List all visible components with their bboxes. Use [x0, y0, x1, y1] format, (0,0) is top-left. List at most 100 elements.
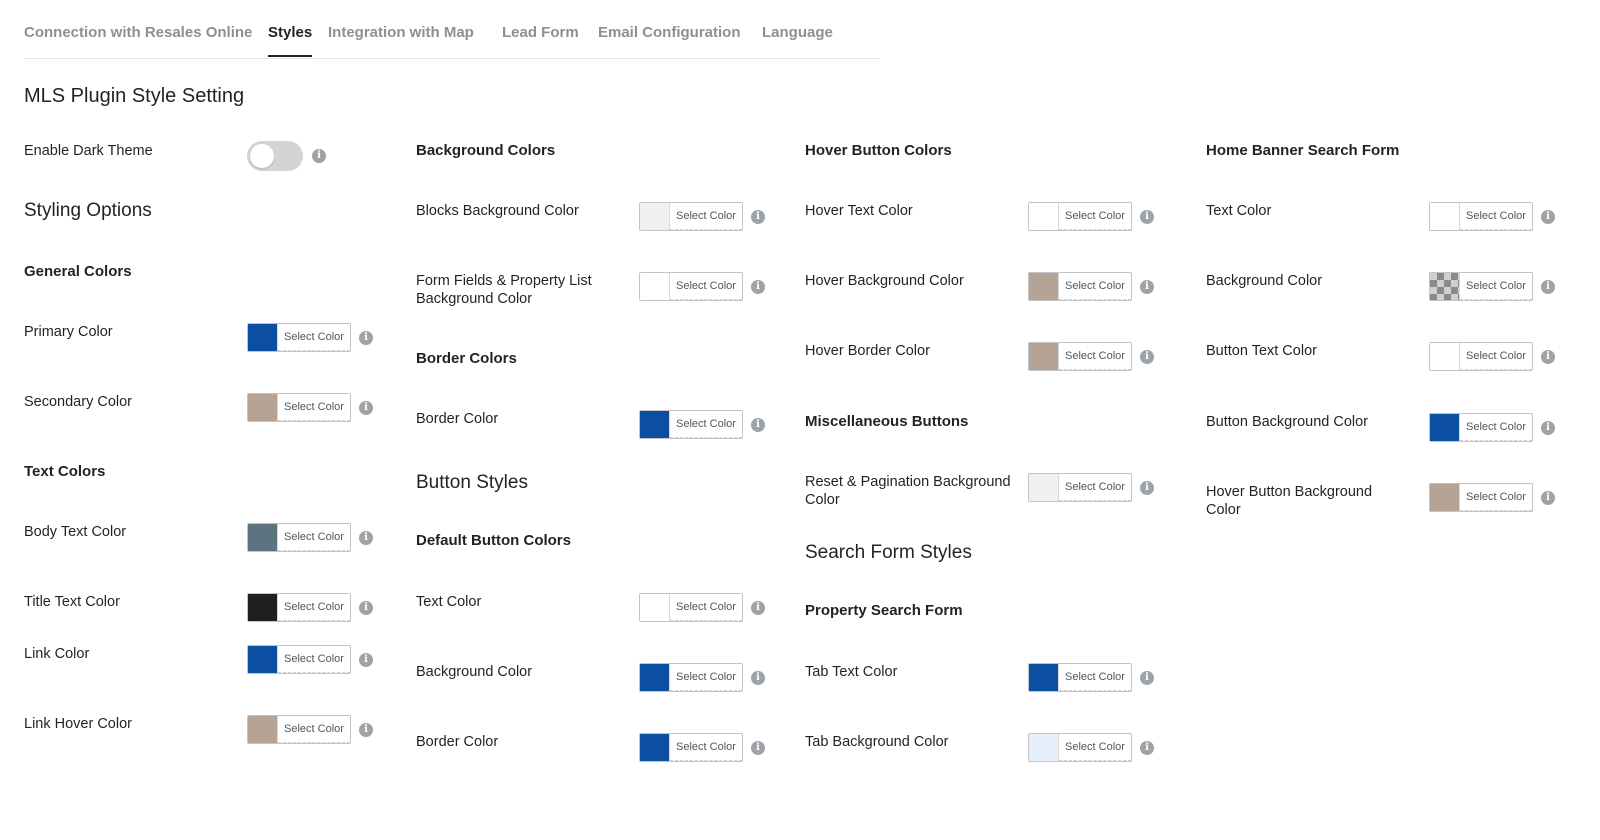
banner-hover-button-bg-picker[interactable]: Select Color — [1429, 483, 1533, 512]
button-styles-heading: Button Styles — [416, 472, 528, 493]
info-icon[interactable]: i — [751, 741, 765, 755]
info-icon[interactable]: i — [1140, 280, 1154, 294]
color-swatch — [640, 594, 670, 621]
info-icon[interactable]: i — [359, 331, 373, 345]
hover-text-color-picker[interactable]: Select Color — [1028, 202, 1132, 231]
blocks-bg-color-picker[interactable]: Select Color — [639, 202, 743, 231]
info-icon[interactable]: i — [1541, 421, 1555, 435]
select-color-text: Select Color — [1059, 203, 1131, 230]
info-icon[interactable]: i — [751, 671, 765, 685]
info-icon[interactable]: i — [751, 601, 765, 615]
banner-bg-color-picker[interactable]: Select Color — [1429, 272, 1533, 301]
info-icon[interactable]: i — [751, 280, 765, 294]
banner-button-text-picker[interactable]: Select Color — [1429, 342, 1533, 371]
info-icon[interactable]: i — [312, 149, 326, 163]
button-bg-color-picker[interactable]: Select Color — [639, 663, 743, 692]
info-icon[interactable]: i — [1140, 350, 1154, 364]
info-icon[interactable]: i — [1140, 481, 1154, 495]
primary-color-picker[interactable]: Select Color — [247, 323, 351, 352]
banner-button-bg-label: Button Background Color — [1206, 414, 1369, 430]
color-swatch — [640, 203, 670, 230]
button-border-color-picker[interactable]: Select Color — [639, 733, 743, 762]
title-text-color-picker[interactable]: Select Color — [247, 593, 351, 622]
info-icon[interactable]: i — [1541, 210, 1555, 224]
reset-pagination-bg-label: Reset & Pagination Background Color — [805, 474, 1011, 508]
select-color-text: Select Color — [278, 524, 350, 551]
button-border-color-label: Border Color — [416, 734, 499, 750]
info-icon[interactable]: i — [1541, 350, 1555, 364]
banner-text-color-picker[interactable]: Select Color — [1429, 202, 1533, 231]
button-bg-color-label: Background Color — [416, 664, 533, 680]
reset-pagination-bg-picker[interactable]: Select Color — [1028, 473, 1132, 502]
hover-border-color-label: Hover Border Color — [805, 343, 930, 359]
hover-text-color-label: Hover Text Color — [805, 203, 913, 219]
color-swatch — [1029, 273, 1059, 300]
info-icon[interactable]: i — [751, 210, 765, 224]
color-swatch — [640, 734, 670, 761]
banner-text-color-label: Text Color — [1206, 203, 1272, 219]
info-icon[interactable]: i — [1541, 491, 1555, 505]
primary-color-label: Primary Color — [24, 324, 113, 340]
title-text-color-label: Title Text Color — [24, 594, 120, 610]
tab-bg-color-label: Tab Background Color — [805, 734, 949, 750]
tab-styles[interactable]: Styles — [268, 24, 313, 57]
hover-bg-color-label: Hover Background Color — [805, 273, 964, 289]
info-icon[interactable]: i — [1541, 280, 1555, 294]
select-color-text: Select Color — [1460, 273, 1532, 300]
dark-theme-label: Enable Dark Theme — [24, 143, 153, 159]
select-color-text: Select Color — [1059, 273, 1131, 300]
select-color-text: Select Color — [1460, 203, 1532, 230]
blocks-bg-color-label: Blocks Background Color — [416, 203, 579, 219]
secondary-color-label: Secondary Color — [24, 394, 132, 410]
select-color-text: Select Color — [278, 394, 350, 421]
color-swatch — [1029, 203, 1059, 230]
select-color-text: Select Color — [278, 594, 350, 621]
select-color-text: Select Color — [278, 716, 350, 743]
select-color-text: Select Color — [670, 203, 742, 230]
form-fields-bg-color-picker[interactable]: Select Color — [639, 272, 743, 301]
color-swatch — [1029, 474, 1059, 501]
banner-button-bg-picker[interactable]: Select Color — [1429, 413, 1533, 442]
info-icon[interactable]: i — [359, 601, 373, 615]
tab-text-color-label: Tab Text Color — [805, 664, 898, 680]
info-icon[interactable]: i — [359, 653, 373, 667]
info-icon[interactable]: i — [359, 723, 373, 737]
color-swatch — [640, 273, 670, 300]
color-swatch — [1430, 343, 1460, 370]
dark-theme-toggle[interactable] — [247, 141, 303, 171]
body-text-color-picker[interactable]: Select Color — [247, 523, 351, 552]
info-icon[interactable]: i — [1140, 671, 1154, 685]
secondary-color-picker[interactable]: Select Color — [247, 393, 351, 422]
tab-email-configuration[interactable]: Email Configuration — [598, 24, 741, 41]
search-form-styles-heading: Search Form Styles — [805, 542, 972, 563]
select-color-text: Select Color — [670, 273, 742, 300]
link-color-picker[interactable]: Select Color — [247, 645, 351, 674]
info-icon[interactable]: i — [751, 418, 765, 432]
select-color-text: Select Color — [1059, 474, 1131, 501]
link-hover-color-picker[interactable]: Select Color — [247, 715, 351, 744]
info-icon[interactable]: i — [1140, 210, 1154, 224]
color-swatch — [248, 394, 278, 421]
transparent-swatch — [1430, 273, 1460, 300]
link-color-label: Link Color — [24, 646, 90, 662]
info-icon[interactable]: i — [359, 531, 373, 545]
info-icon[interactable]: i — [1140, 741, 1154, 755]
color-swatch — [248, 646, 278, 673]
tab-lead-form[interactable]: Lead Form — [502, 24, 579, 41]
default-button-colors-heading: Default Button Colors — [416, 532, 571, 549]
tab-language[interactable]: Language — [762, 24, 833, 41]
hover-border-color-picker[interactable]: Select Color — [1028, 342, 1132, 371]
tab-text-color-picker[interactable]: Select Color — [1028, 663, 1132, 692]
tab-integration-map[interactable]: Integration with Map — [328, 24, 474, 41]
tab-bg-color-picker[interactable]: Select Color — [1028, 733, 1132, 762]
select-color-text: Select Color — [1059, 664, 1131, 691]
hover-bg-color-picker[interactable]: Select Color — [1028, 272, 1132, 301]
info-icon[interactable]: i — [359, 401, 373, 415]
tab-connection-resales-online[interactable]: Connection with Resales Online — [24, 24, 252, 41]
border-color-picker[interactable]: Select Color — [639, 410, 743, 439]
background-colors-heading: Background Colors — [416, 142, 556, 159]
button-text-color-picker[interactable]: Select Color — [639, 593, 743, 622]
select-color-text: Select Color — [1460, 343, 1532, 370]
color-swatch — [1430, 484, 1460, 511]
banner-hover-button-bg-label: Hover Button Background Color — [1206, 484, 1373, 518]
